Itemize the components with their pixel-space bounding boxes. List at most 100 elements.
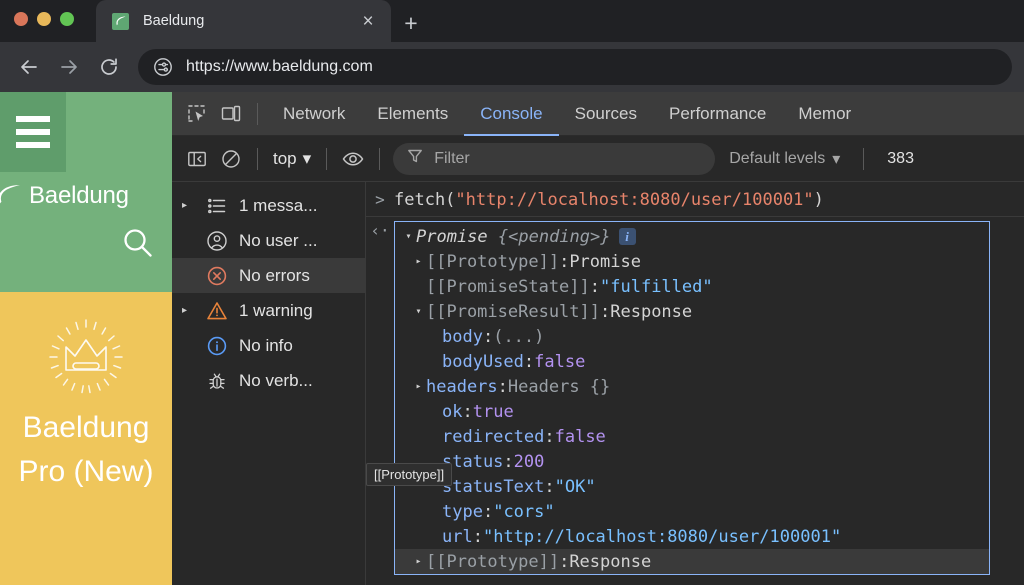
hamburger-icon[interactable]	[0, 92, 66, 172]
tree-line-promise-state[interactable]: ▸ [[PromiseState]] : "fulfilled"	[395, 274, 989, 299]
sidebar-item-info[interactable]: No info	[172, 328, 365, 363]
devtools-tab-bar: Network Elements Console Sources Perform…	[172, 92, 1024, 136]
url-input[interactable]: https://www.baeldung.com	[138, 49, 1012, 85]
device-toolbar-icon[interactable]	[214, 97, 248, 131]
tree-key-12: [[Prototype]]	[426, 552, 559, 572]
chevron-right-icon-messages[interactable]: ▸	[182, 200, 195, 211]
console-command-text: fetch("http://localhost:8080/user/100001…	[394, 190, 824, 210]
tab-network[interactable]: Network	[267, 92, 361, 136]
sidebar-item-messages[interactable]: ▸ 1 messa...	[172, 188, 365, 223]
browser-tab[interactable]: Baeldung ×	[96, 0, 391, 42]
tree-line-status[interactable]: ▸ status : 200	[395, 449, 989, 474]
chevron-down-icon-2[interactable]: ▾	[411, 306, 426, 317]
crown-icon	[38, 314, 134, 400]
filter-placeholder: Filter	[434, 150, 470, 168]
tree-caret-spacer-11: ▸	[427, 531, 442, 542]
tree-line-ok[interactable]: ▸ ok : true	[395, 399, 989, 424]
toolbar-divider	[257, 103, 258, 125]
chevron-right-icon-5[interactable]: ▸	[411, 381, 426, 392]
tab-elements[interactable]: Elements	[361, 92, 464, 136]
tree-line-body[interactable]: ▸ body : (...)	[395, 324, 989, 349]
web-page-viewport: Baeldung Baeldung Pro (New)	[0, 92, 172, 585]
info-badge-icon[interactable]: i	[619, 228, 636, 245]
minimize-window-button[interactable]	[37, 12, 51, 26]
tree-sep-12: :	[559, 552, 569, 572]
tree-line-prototype-promise[interactable]: ▸ [[Prototype]] : Promise	[395, 249, 989, 274]
tab-sources[interactable]: Sources	[559, 92, 653, 136]
tree-caret-spacer-10: ▸	[427, 506, 442, 517]
tree-sep-8: :	[503, 452, 513, 472]
promo-banner[interactable]: Baeldung Pro (New)	[0, 292, 172, 585]
clear-console-icon[interactable]	[214, 142, 248, 176]
sidebar-panel-icon[interactable]	[180, 142, 214, 176]
site-logo[interactable]: Baeldung	[0, 176, 172, 216]
tree-line-bodyused[interactable]: ▸ bodyUsed : false	[395, 349, 989, 374]
tree-value-4: false	[534, 352, 585, 372]
tree-value-12: Response	[569, 552, 651, 572]
tree-line-type[interactable]: ▸ type : "cors"	[395, 499, 989, 524]
tree-line-headers[interactable]: ▸ headers : Headers {}	[395, 374, 989, 399]
leaf-icon	[112, 13, 129, 30]
tree-line-statustext[interactable]: ▸ statusText : "OK"	[395, 474, 989, 499]
tree-sep-7: :	[544, 427, 554, 447]
tree-value-3[interactable]: (...)	[493, 327, 544, 347]
chevron-down-icon-promise[interactable]: ▾	[401, 231, 416, 242]
tree-line-redirected[interactable]: ▸ redirected : false	[395, 424, 989, 449]
chevron-right-icon-0[interactable]: ▸	[411, 256, 426, 267]
chevron-down-icon-levels: ▾	[832, 149, 840, 169]
sidebar-item-errors[interactable]: No errors	[172, 258, 365, 293]
tab-console[interactable]: Console	[464, 92, 558, 136]
reload-icon[interactable]	[92, 50, 126, 84]
close-icon[interactable]: ×	[355, 8, 381, 34]
prototype-tooltip: [[Prototype]]	[366, 463, 452, 486]
tree-sep-11: :	[473, 527, 483, 547]
filter-input[interactable]: Filter	[393, 143, 715, 175]
forward-icon[interactable]	[52, 50, 86, 84]
tree-value-10: "cors"	[493, 502, 554, 522]
tree-value-8: 200	[514, 452, 545, 472]
maximize-window-button[interactable]	[60, 12, 74, 26]
browser-window: Baeldung × +	[0, 0, 1024, 585]
tree-sep-10: :	[483, 502, 493, 522]
tree-value-1: "fulfilled"	[600, 277, 713, 297]
inspect-icon[interactable]	[180, 97, 214, 131]
tree-line-promise-result[interactable]: ▾ [[PromiseResult]] : Response	[395, 299, 989, 324]
toolbar-divider-3	[326, 148, 327, 170]
tree-key-4: bodyUsed	[442, 352, 524, 372]
sidebar-item-verbose[interactable]: No verb...	[172, 363, 365, 398]
tree-sep-3: :	[483, 327, 493, 347]
new-tab-button[interactable]: +	[396, 8, 426, 38]
tree-value-11: "http://localhost:8080/user/100001"	[483, 527, 841, 547]
issues-count[interactable]: 383	[873, 150, 914, 168]
search-icon[interactable]	[120, 225, 156, 261]
toolbar-divider-4	[379, 148, 380, 170]
tune-icon[interactable]	[152, 56, 174, 78]
tree-line-url[interactable]: ▸ url : "http://localhost:8080/user/1000…	[395, 524, 989, 549]
verbose-bug-icon	[204, 368, 230, 394]
tab-memory[interactable]: Memor	[782, 92, 867, 136]
sidebar-item-warnings[interactable]: ▸ 1 warning	[172, 293, 365, 328]
tree-key-7: redirected	[442, 427, 544, 447]
toolbar-divider-2	[257, 148, 258, 170]
close-window-button[interactable]	[14, 12, 28, 26]
command-close: )	[814, 190, 824, 210]
tree-caret-spacer-7: ▸	[427, 431, 442, 442]
command-arg: "http://localhost:8080/user/100001"	[455, 190, 813, 210]
site-wordmark: Baeldung	[29, 182, 129, 210]
error-icon	[204, 263, 230, 289]
tree-line-prototype-response[interactable]: ▸ [[Prototype]] : Response	[395, 549, 989, 574]
log-levels-select[interactable]: Default levels ▾	[715, 149, 854, 169]
tree-key-3: body	[442, 327, 483, 347]
execution-context-select[interactable]: top ▾	[267, 149, 317, 169]
tree-key-6: ok	[442, 402, 462, 422]
chevron-right-icon-12[interactable]: ▸	[411, 556, 426, 567]
tree-value-7: false	[555, 427, 606, 447]
live-expression-icon[interactable]	[336, 142, 370, 176]
promise-header-line[interactable]: ▾ Promise {<pending>} i	[395, 224, 989, 249]
back-icon[interactable]	[12, 50, 46, 84]
chevron-right-icon-warnings[interactable]: ▸	[182, 305, 195, 316]
console-output[interactable]: > fetch("http://localhost:8080/user/1000…	[366, 182, 1024, 585]
promise-object-tree[interactable]: ▾ Promise {<pending>} i ▸ [[Prototype]] …	[394, 221, 990, 575]
tab-performance[interactable]: Performance	[653, 92, 782, 136]
sidebar-item-user-messages[interactable]: No user ...	[172, 223, 365, 258]
